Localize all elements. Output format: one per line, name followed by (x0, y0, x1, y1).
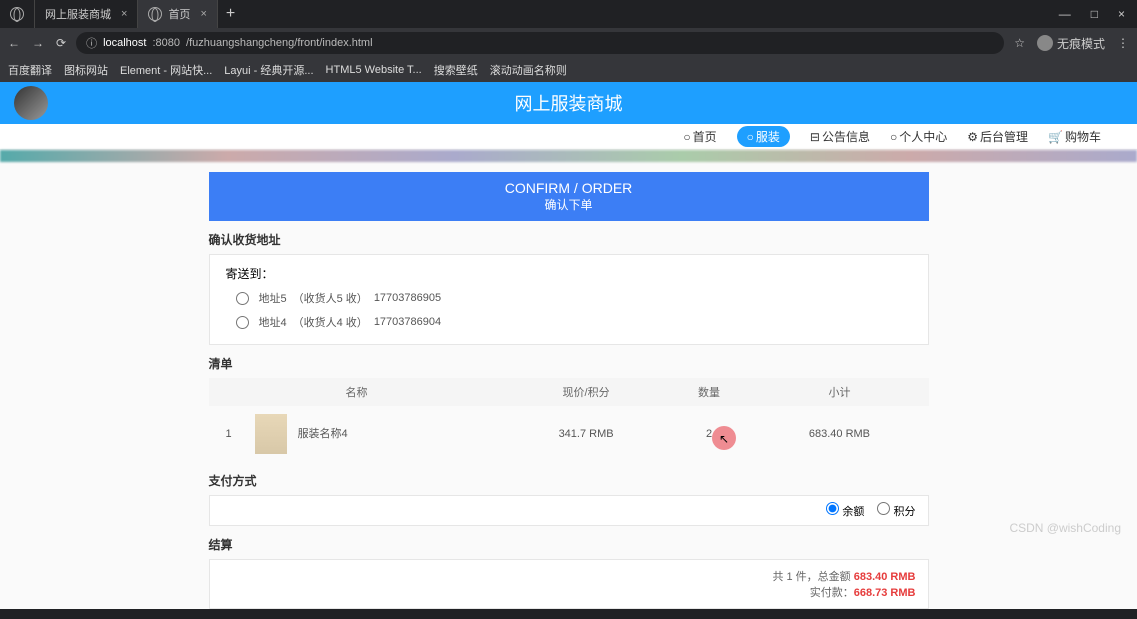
menu-icon[interactable]: ⋮ (1117, 36, 1129, 50)
pay-points-option[interactable]: 积分 (877, 506, 915, 518)
site-title: 网上服装商城 (515, 90, 623, 116)
minimize-icon[interactable]: — (1059, 7, 1071, 21)
maximize-icon[interactable]: □ (1091, 7, 1098, 21)
avatar[interactable] (14, 86, 48, 120)
order-header: CONFIRM / ORDER 确认下单 (209, 172, 929, 221)
url-host: localhost (103, 37, 146, 49)
tab-blank[interactable] (0, 0, 35, 28)
incognito-label: 无痕模式 (1057, 35, 1105, 52)
bookmark-item[interactable]: Layui - 经典开源... (224, 62, 313, 78)
address-radio[interactable] (236, 292, 249, 305)
star-icon[interactable]: ☆ (1014, 36, 1025, 50)
close-icon[interactable]: × (200, 8, 206, 20)
summary-pay: 668.73 RMB (854, 587, 916, 599)
address-box: 寄送到： 地址5 （收货人5 收） 17703786905 地址4 （收货人4 … (209, 254, 929, 345)
globe-icon (148, 7, 162, 21)
list-section-title: 清单 (209, 355, 929, 372)
product-name: 服装名称4 (298, 428, 348, 440)
pay-method-box: 余额 积分 (209, 495, 929, 526)
col-price: 现价/积分 (505, 378, 668, 406)
col-subtotal: 小计 (750, 378, 928, 406)
bookmark-item[interactable]: 百度翻译 (8, 62, 52, 78)
product-image (255, 414, 287, 454)
summary-total: 683.40 RMB (854, 571, 916, 583)
tab-app[interactable]: 网上服装商城 × (35, 0, 138, 28)
forward-icon[interactable]: → (32, 36, 44, 50)
url-bar[interactable]: ⓘ localhost :8080/fuzhuangshangcheng/fron… (76, 32, 1004, 54)
pay-radio-balance[interactable] (826, 502, 839, 515)
col-name: 名称 (209, 378, 505, 406)
nav-notice[interactable]: ⊟公告信息 (810, 128, 870, 145)
watermark: CSDN @wishCoding (1009, 521, 1121, 535)
col-qty: 数量 (668, 378, 751, 406)
order-header-cn: 确认下单 (209, 196, 929, 213)
main-nav: ○首页 ○服装 ⊟公告信息 ○个人中心 ⚙后台管理 🛒购物车 (0, 124, 1137, 150)
close-window-icon[interactable]: × (1118, 7, 1125, 21)
tab-label: 网上服装商城 (45, 6, 111, 22)
summary-prefix: 共 1 件，总金额 (772, 571, 850, 583)
summary-pay-label: 实付款： (810, 587, 854, 599)
nav-personal[interactable]: ○个人中心 (890, 128, 947, 145)
pay-balance-option[interactable]: 余额 (826, 506, 864, 518)
reload-icon[interactable]: ⟳ (56, 36, 66, 50)
tab-label: 首页 (168, 6, 190, 22)
bookmark-item[interactable]: 搜索壁纸 (434, 62, 478, 78)
bookmark-item[interactable]: 滚动动画名称则 (490, 62, 567, 78)
nav-admin[interactable]: ⚙后台管理 (967, 128, 1028, 145)
globe-icon (10, 7, 24, 21)
url-port: :8080 (152, 37, 180, 49)
address-option[interactable]: 地址5 （收货人5 收） 17703786905 (226, 286, 912, 310)
pay-section-title: 支付方式 (209, 472, 929, 489)
add-tab-button[interactable]: + (218, 5, 243, 23)
incognito-icon (1037, 35, 1053, 51)
row-price: 341.7 RMB (505, 406, 668, 462)
info-icon[interactable]: ⓘ (86, 35, 97, 51)
summary-box: 共 1 件，总金额 683.40 RMB 实付款：668.73 RMB (209, 559, 929, 609)
address-radio[interactable] (236, 316, 249, 329)
order-header-en: CONFIRM / ORDER (209, 180, 929, 196)
back-icon[interactable]: ← (8, 36, 20, 50)
close-icon[interactable]: × (121, 8, 127, 20)
nav-cart[interactable]: 🛒购物车 (1048, 128, 1101, 145)
nav-clothing[interactable]: ○服装 (737, 126, 790, 147)
send-to-label: 寄送到： (226, 265, 912, 282)
cursor-icon: ↖ (719, 432, 729, 446)
pay-radio-points[interactable] (877, 502, 890, 515)
bookmark-item[interactable]: Element - 网站快... (120, 62, 212, 78)
bookmark-item[interactable]: HTML5 Website T... (326, 64, 422, 76)
site-title-banner: 网上服装商城 (0, 82, 1137, 124)
url-path: /fuzhuangshangcheng/front/index.html (186, 37, 373, 49)
tab-home[interactable]: 首页 × (138, 0, 217, 28)
bookmark-item[interactable]: 图标网站 (64, 62, 108, 78)
order-table: 名称 现价/积分 数量 小计 1 服装名称4 341.7 RMB 2 683.4… (209, 378, 929, 462)
row-idx: 1 (209, 406, 249, 462)
row-qty: 2 (668, 406, 751, 462)
row-subtotal: 683.40 RMB (750, 406, 928, 462)
decorative-strip (0, 150, 1137, 162)
nav-home[interactable]: ○首页 (683, 128, 716, 145)
table-row: 1 服装名称4 341.7 RMB 2 683.40 RMB (209, 406, 929, 462)
address-option[interactable]: 地址4 （收货人4 收） 17703786904 (226, 310, 912, 334)
address-section-title: 确认收货地址 (209, 231, 929, 248)
